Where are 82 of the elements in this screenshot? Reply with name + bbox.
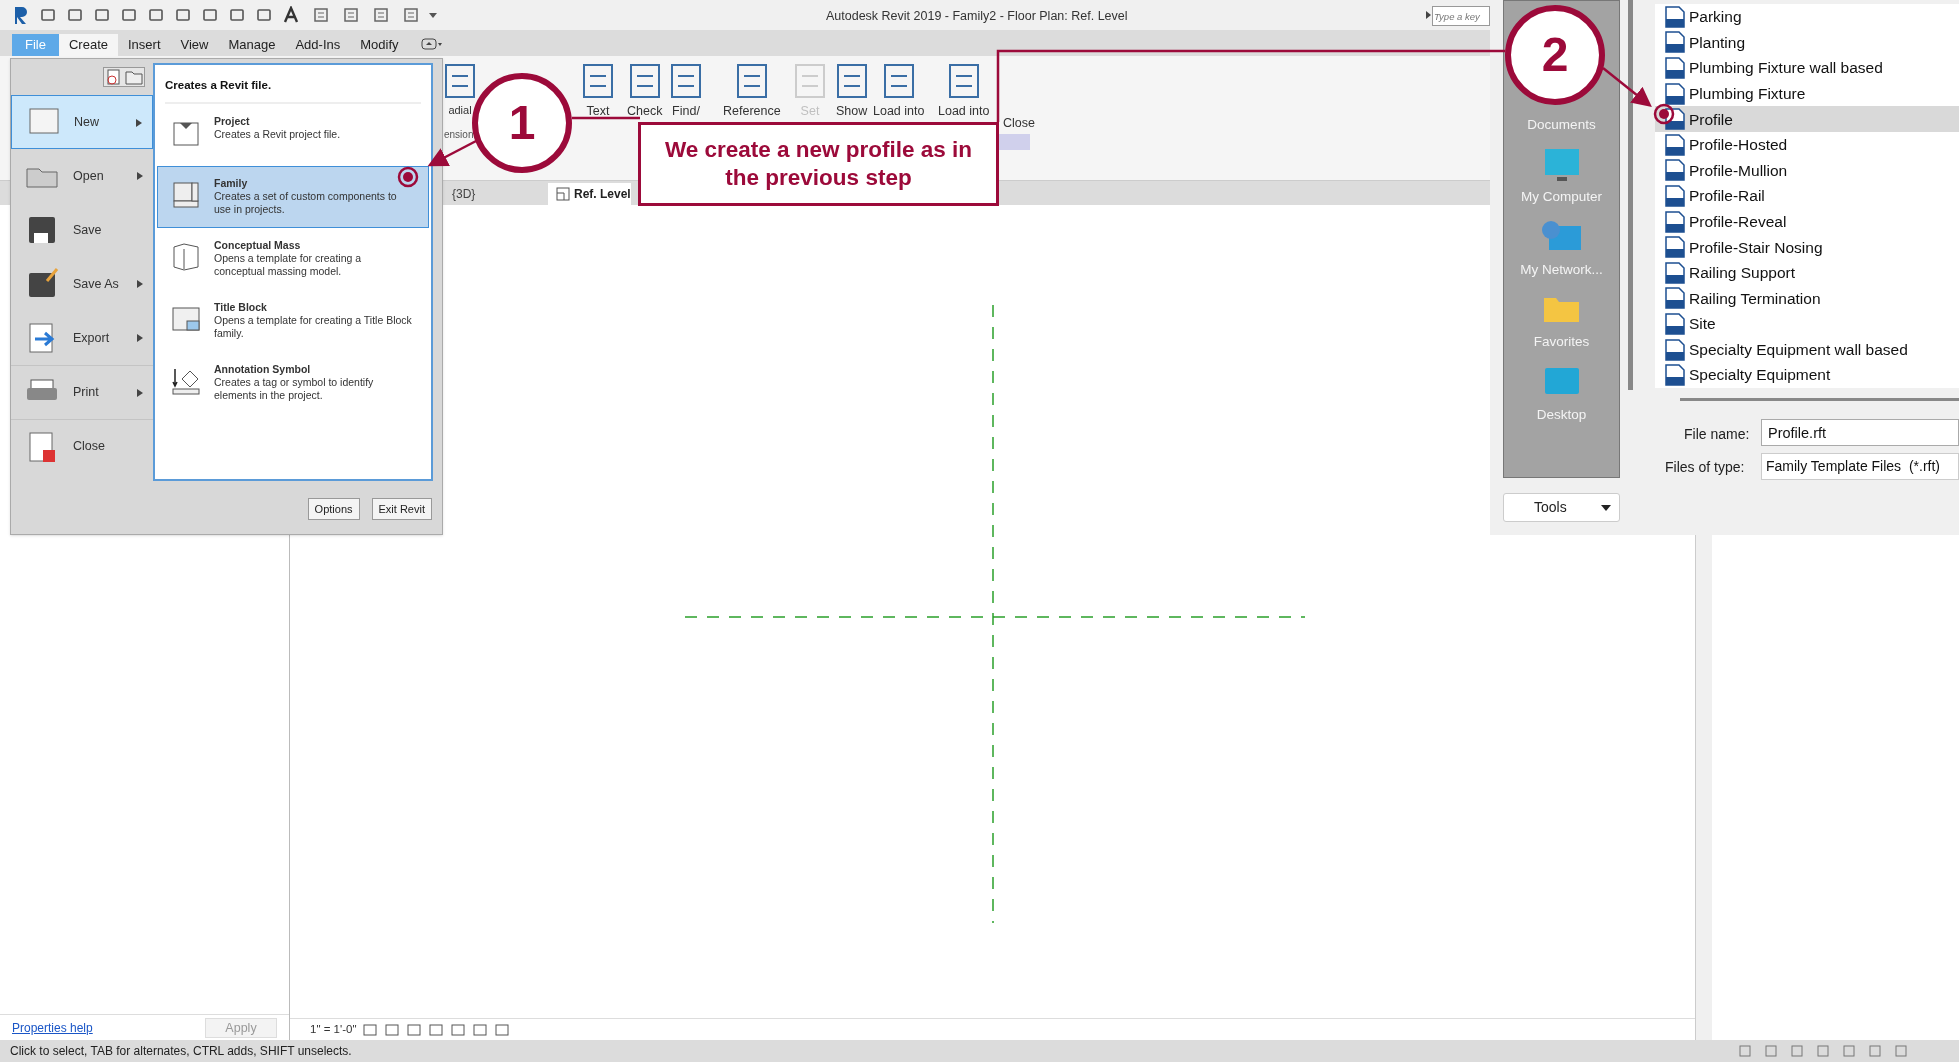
menu-button[interactable]: Exit Revit	[371, 498, 432, 520]
panel-title: Creates a Revit file.	[165, 65, 421, 105]
ribbon-button[interactable]: Load into	[938, 64, 990, 121]
file-list-item[interactable]: Railing Termination	[1655, 285, 1959, 312]
template-file-icon	[1665, 159, 1685, 182]
dropdown-caret-icon[interactable]	[428, 10, 438, 20]
new-option[interactable]: Annotation Symbol Creates a tag or symbol to identify elements in the project.	[157, 352, 429, 415]
template-file-icon	[1665, 82, 1685, 105]
template-file-icon	[1665, 236, 1685, 259]
properties-help-link[interactable]: Properties help	[12, 1018, 93, 1037]
ribbon-tab[interactable]: Add-Ins	[285, 34, 351, 56]
file-list-item[interactable]: Plumbing Fixture wall based	[1655, 55, 1959, 81]
file-list-item[interactable]: Plumbing Fixture	[1655, 80, 1959, 107]
template-file-icon	[1665, 31, 1685, 54]
ribbon-button[interactable]: Find/	[671, 64, 701, 121]
caret-icon	[1601, 504, 1611, 511]
target-marker-icon	[1653, 103, 1675, 125]
ribbon-tab[interactable]: View	[170, 34, 219, 56]
ribbon-button[interactable]: adial	[445, 64, 475, 119]
template-file-icon	[1665, 210, 1685, 233]
file-list-item[interactable]: Railing Support	[1655, 259, 1959, 286]
file-menu-item[interactable]: Save	[11, 203, 153, 257]
app-logo-icon	[12, 5, 30, 25]
file-menu-item[interactable]: Print	[11, 365, 153, 419]
file-list-item[interactable]: Planting	[1655, 29, 1959, 56]
template-file-icon	[1665, 133, 1685, 156]
callout-note: We create a new profile as in the previous step	[638, 122, 999, 206]
status-text: Click to select, TAB for alternates, CTRL adds, SHIFT unselects.	[10, 1043, 352, 1060]
ribbon-button[interactable]: Text	[583, 64, 613, 121]
file-list-item[interactable]: Profile-Hosted	[1655, 131, 1959, 158]
file-menu-item[interactable]: Close	[11, 419, 153, 473]
file-menu-item[interactable]: New	[11, 95, 153, 149]
field-label: Files of type:	[1665, 458, 1745, 477]
expand-arrow-icon[interactable]	[1424, 10, 1432, 20]
file-list-item[interactable]: Profile-Stair Nosing	[1655, 234, 1959, 260]
file-list-item[interactable]: Parking	[1655, 4, 1959, 30]
search-field[interactable]: Type a key	[1432, 6, 1490, 26]
new-option[interactable]: Family Creates a set of custom components to use in projects.	[157, 166, 429, 229]
panel-toggle-icon[interactable]	[420, 37, 443, 51]
tools-button[interactable]: Tools	[1503, 493, 1620, 522]
template-file-icon	[1665, 184, 1685, 207]
target-marker-icon	[397, 166, 419, 188]
file-list-item[interactable]: Specialty Equipment	[1655, 362, 1959, 388]
file-type-dropdown[interactable]: Family Template Files (*.rft)	[1761, 453, 1959, 480]
file-list-item[interactable]: Profile-Mullion	[1655, 157, 1959, 184]
file-list-item[interactable]: Profile	[1655, 106, 1959, 132]
file-name-field[interactable]: Profile.rft	[1761, 419, 1959, 446]
leader-line	[572, 116, 640, 120]
menu-button[interactable]: Options	[307, 498, 360, 520]
ribbon-button[interactable]: Reference	[723, 64, 781, 121]
new-option[interactable]: Project Creates a Revit project file.	[157, 104, 429, 167]
ribbon-button[interactable]: Load into	[873, 64, 925, 121]
template-file-icon	[1665, 338, 1685, 361]
ribbon-tab[interactable]: Insert	[118, 34, 171, 56]
ribbon-tab[interactable]: Modify	[350, 34, 409, 56]
pointer-arrow	[1602, 67, 1652, 108]
template-file-icon	[1665, 57, 1685, 79]
template-file-icon	[1665, 287, 1685, 310]
file-list-item[interactable]: Specialty Equipment wall based	[1655, 336, 1959, 363]
ribbon-button[interactable]: Show	[836, 64, 868, 121]
panel-label: ension	[444, 128, 474, 142]
new-option[interactable]: Title Block Opens a template for creating a Title Block family.	[157, 290, 429, 353]
file-list-item[interactable]: Site	[1655, 311, 1959, 337]
ribbon-button[interactable]: Check	[627, 64, 663, 121]
file-menu-item[interactable]: Export	[11, 311, 153, 365]
template-file-icon	[1665, 312, 1685, 335]
file-menu-item[interactable]: Open	[11, 149, 153, 203]
file-menu-item[interactable]: Save As	[11, 257, 153, 311]
mass-icon	[170, 241, 202, 274]
field-label: File name:	[1684, 425, 1750, 444]
new-option[interactable]: Conceptual Mass Opens a template for creating a conceptual massing model.	[157, 228, 429, 291]
document-tab[interactable]: {3D}	[440, 183, 548, 205]
window-title: Autodesk Revit 2019 - Family2 - Floor Plan: Ref. Level	[826, 8, 1128, 25]
panel-label: Close	[1003, 115, 1035, 132]
open-documents-icon[interactable]	[124, 68, 144, 86]
document-tab[interactable]: Ref. Level	[548, 183, 631, 205]
template-file-icon	[1665, 261, 1685, 284]
view-scale[interactable]: 1" = 1'-0"	[310, 1020, 357, 1039]
ribbon-tab[interactable]: Manage	[218, 34, 286, 56]
ribbon-tab[interactable]: Create	[58, 34, 118, 56]
file-list-item[interactable]: Profile-Rail	[1655, 183, 1959, 209]
file-list-item[interactable]: Profile-Reveal	[1655, 208, 1959, 235]
